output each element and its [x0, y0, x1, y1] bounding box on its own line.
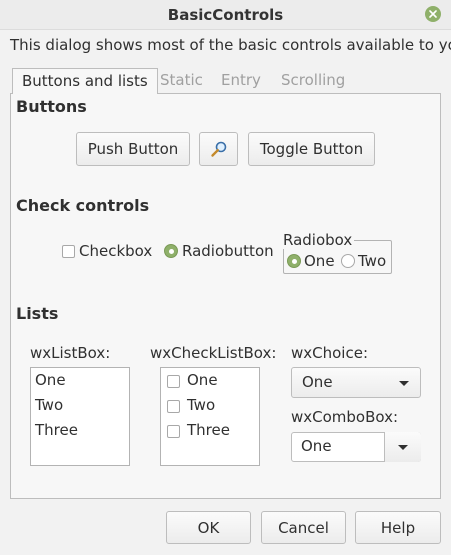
ok-button[interactable]: OK [166, 511, 251, 544]
list-item[interactable]: One [35, 371, 66, 389]
checklist-item[interactable]: Two [187, 396, 215, 414]
tab-scrolling[interactable]: Scrolling [271, 68, 355, 92]
combobox-dropdown-button[interactable] [384, 432, 421, 462]
dialog-description: This dialog shows most of the basic cont… [10, 36, 451, 54]
close-icon [429, 10, 437, 18]
radiobutton[interactable] [164, 244, 178, 258]
tab-static[interactable]: Static [150, 68, 213, 92]
check-controls-title: Check controls [16, 196, 150, 215]
checkbox-label[interactable]: Checkbox [79, 242, 152, 260]
chevron-down-icon [399, 381, 409, 386]
checkbox[interactable] [62, 245, 75, 258]
checklist-checkbox[interactable] [167, 375, 180, 388]
radiobox-option-two-label[interactable]: Two [358, 252, 386, 270]
combobox-label: wxComboBox: [291, 408, 399, 426]
checklistbox-label: wxCheckListBox: [150, 344, 277, 362]
checklist-checkbox[interactable] [167, 400, 180, 413]
list-item[interactable]: Three [35, 421, 78, 439]
checklistbox[interactable]: One Two Three [160, 367, 260, 466]
list-item[interactable]: Two [35, 396, 63, 414]
tab-entry[interactable]: Entry [211, 68, 271, 92]
checklist-item[interactable]: One [187, 371, 218, 389]
radiobox-title: Radiobox [283, 231, 355, 249]
choice-label: wxChoice: [291, 344, 368, 362]
radiobox-option-one[interactable] [287, 254, 301, 268]
checklist-item[interactable]: Three [187, 421, 230, 439]
combobox: One [291, 432, 421, 462]
listbox-label: wxListBox: [30, 344, 111, 362]
listbox[interactable]: One Two Three [30, 367, 130, 466]
icon-button[interactable] [199, 132, 238, 166]
combobox-input[interactable]: One [301, 437, 332, 455]
checklist-checkbox[interactable] [167, 425, 180, 438]
choice-dropdown[interactable]: One [291, 367, 421, 398]
buttons-section-title: Buttons [16, 97, 87, 116]
radiobutton-label[interactable]: Radiobutton [182, 242, 274, 260]
toggle-button[interactable]: Toggle Button [248, 132, 375, 166]
cancel-button[interactable]: Cancel [261, 511, 346, 544]
window-title: BasicControls [167, 6, 284, 24]
tab-buttons-and-lists[interactable]: Buttons and lists [12, 68, 158, 94]
help-button[interactable]: Help [355, 511, 441, 544]
chevron-down-icon [398, 444, 408, 450]
radiobox-option-two[interactable] [341, 254, 355, 268]
magnifier-icon [210, 141, 226, 157]
close-button[interactable] [425, 6, 441, 22]
lists-section-title: Lists [16, 304, 59, 323]
radiobox-option-one-label[interactable]: One [304, 252, 335, 270]
push-button[interactable]: Push Button [76, 132, 190, 166]
choice-value: One [302, 373, 333, 391]
